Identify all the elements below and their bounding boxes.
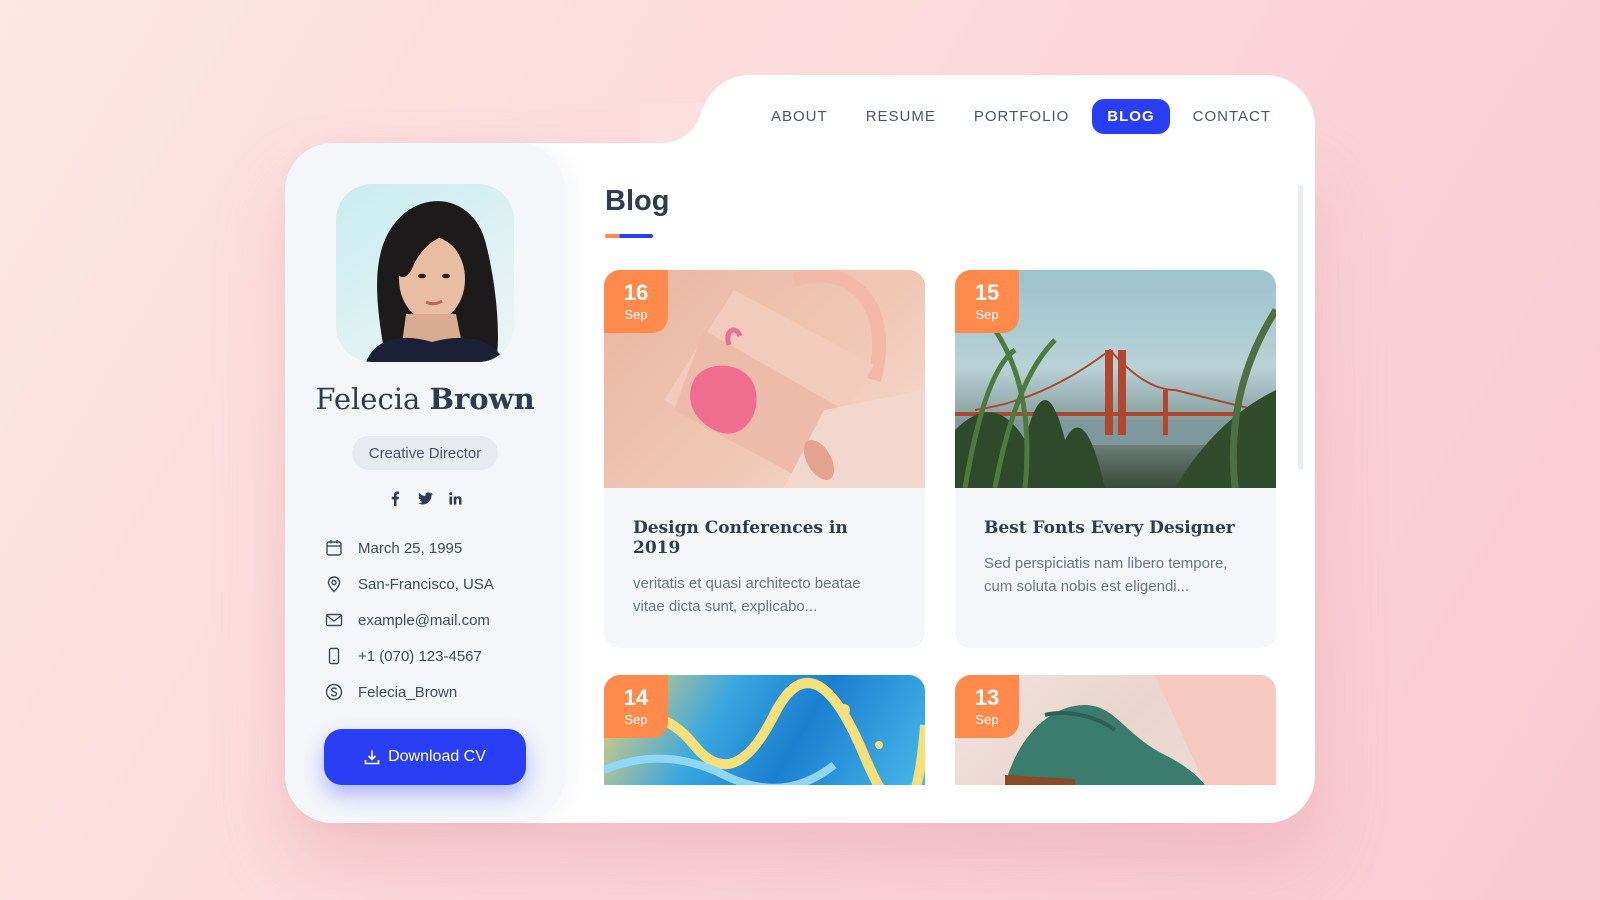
info-location: San-Francisco, USA xyxy=(324,566,554,602)
date-day: 15 xyxy=(974,280,1000,305)
date-month: Sep xyxy=(624,307,648,322)
nav-contact[interactable]: CONTACT xyxy=(1178,99,1286,134)
post-body: Best Fonts Every Designer Sed perspiciat… xyxy=(955,488,1276,648)
skype-text: Felecia_Brown xyxy=(358,683,458,701)
facebook-icon[interactable] xyxy=(387,490,403,506)
date-day: 16 xyxy=(623,280,649,305)
info-birthdate: March 25, 1995 xyxy=(324,530,554,566)
info-skype: Felecia_Brown xyxy=(324,674,554,710)
post-image-shoe: 13 Sep xyxy=(955,675,1276,785)
nav-blog[interactable]: BLOG xyxy=(1092,98,1170,134)
info-email: example@mail.com xyxy=(324,602,554,638)
download-cv-button[interactable]: Download CV xyxy=(324,729,526,785)
blog-post-card[interactable]: 13 Sep xyxy=(955,675,1276,785)
mail-icon xyxy=(324,610,344,630)
date-month: Sep xyxy=(624,712,648,727)
blog-post-card[interactable]: 14 Sep xyxy=(604,675,925,785)
main-nav: ABOUT RESUME PORTFOLIO BLOG CONTACT xyxy=(756,97,1286,135)
birthdate-text: March 25, 1995 xyxy=(358,539,463,557)
role-badge: Creative Director xyxy=(352,436,498,470)
nav-tab-curve xyxy=(640,103,702,143)
contact-info-list: March 25, 1995 San-Francisco, USA exampl… xyxy=(324,530,554,710)
post-title[interactable]: Best Fonts Every Designer xyxy=(984,518,1247,538)
skype-icon xyxy=(324,682,344,702)
profile-name: Felecia Brown xyxy=(285,382,565,416)
nav-about[interactable]: ABOUT xyxy=(756,99,843,134)
info-phone: +1 (070) 123-4567 xyxy=(324,638,554,674)
location-pin-icon xyxy=(324,574,344,594)
content-scrollbar[interactable] xyxy=(1298,185,1303,470)
phone-text[interactable]: +1 (070) 123-4567 xyxy=(358,648,482,665)
social-links xyxy=(285,490,565,506)
blog-post-card[interactable]: 15 Sep Best Fonts Every Designer Sed per… xyxy=(955,270,1276,648)
post-body: Design Conferences in 2019 veritatis et … xyxy=(604,488,925,648)
date-badge: 14 Sep xyxy=(604,675,668,738)
last-name: Brown xyxy=(429,382,535,416)
avatar-portrait xyxy=(366,201,504,362)
linkedin-icon[interactable] xyxy=(447,490,463,506)
post-image-bag: 16 Sep xyxy=(604,270,925,488)
date-day: 14 xyxy=(623,685,649,710)
first-name: Felecia xyxy=(315,382,421,416)
calendar-icon xyxy=(324,538,344,558)
date-badge: 13 Sep xyxy=(955,675,1019,738)
date-badge: 15 Sep xyxy=(955,270,1019,333)
email-text[interactable]: example@mail.com xyxy=(358,612,490,629)
date-month: Sep xyxy=(975,307,999,322)
download-cv-label: Download CV xyxy=(388,748,486,765)
post-title[interactable]: Design Conferences in 2019 xyxy=(633,518,896,558)
blog-post-card[interactable]: 16 Sep Design Conferences in 2019 verita… xyxy=(604,270,925,648)
post-image-bridge: 15 Sep xyxy=(955,270,1276,488)
date-day: 13 xyxy=(974,685,1000,710)
download-icon xyxy=(364,750,380,765)
nav-portfolio[interactable]: PORTFOLIO xyxy=(959,99,1084,134)
post-excerpt: veritatis et quasi architecto beatae vit… xyxy=(633,575,861,615)
date-badge: 16 Sep xyxy=(604,270,668,333)
phone-icon xyxy=(324,646,344,666)
twitter-icon[interactable] xyxy=(417,490,433,506)
avatar xyxy=(336,184,514,362)
post-excerpt: Sed perspiciatis nam libero tempore, cum… xyxy=(984,555,1228,595)
date-month: Sep xyxy=(975,712,999,727)
title-underline xyxy=(605,234,653,238)
page-title: Blog xyxy=(605,185,670,217)
nav-resume[interactable]: RESUME xyxy=(851,99,951,134)
post-image-paint: 14 Sep xyxy=(604,675,925,785)
location-text: San-Francisco, USA xyxy=(358,575,494,593)
